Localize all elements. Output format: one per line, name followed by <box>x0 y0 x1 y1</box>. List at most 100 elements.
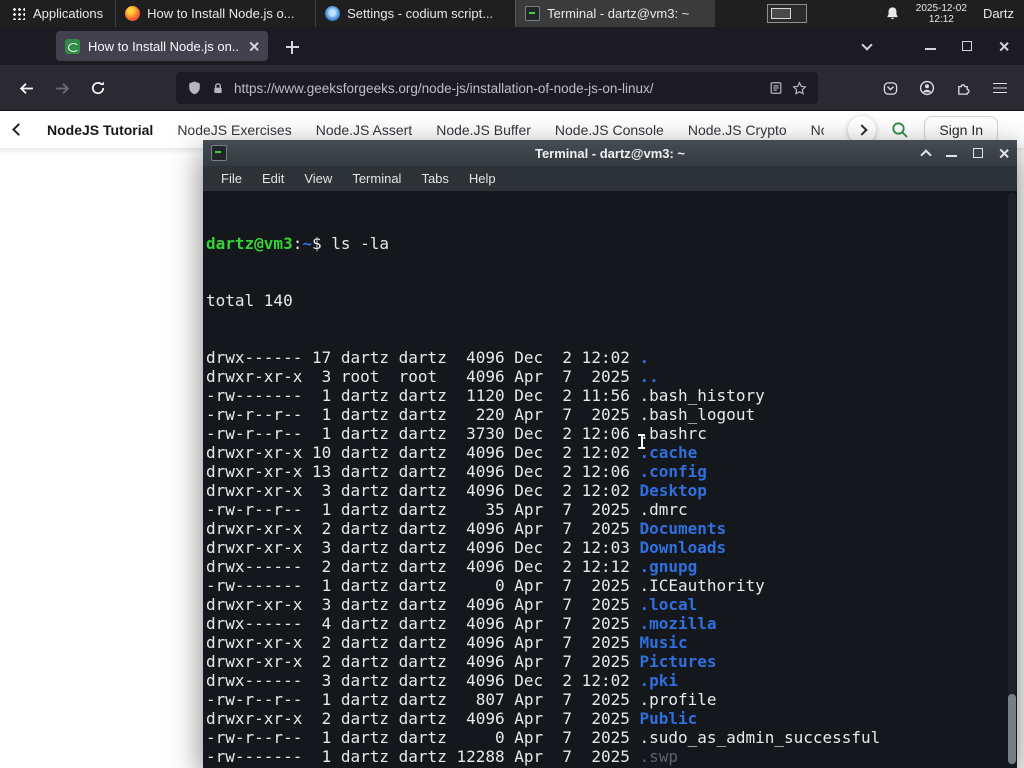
site-nav-link-primary[interactable]: NodeJS Tutorial <box>47 122 153 138</box>
prompt-command: ls -la <box>331 234 390 253</box>
file-meta: drwxr-xr-x 2 dartz dartz 4096 Apr 7 2025 <box>206 709 640 728</box>
file-name: .bash_history <box>639 386 765 405</box>
file-meta: -rw-r--r-- 1 dartz dartz 3730 Dec 2 12:0… <box>206 424 640 443</box>
file-name: .sudo_as_admin_successful <box>639 728 881 747</box>
terminal-title: Terminal - dartz@vm3: ~ <box>534 145 686 161</box>
site-nav-link[interactable]: Node.JS DNS <box>811 122 825 138</box>
new-tab-button[interactable] <box>280 35 304 59</box>
taskbar-item-terminal[interactable]: Terminal - dartz@vm3: ~ <box>515 0 716 27</box>
pocket-button[interactable] <box>874 72 906 104</box>
chevron-up-icon <box>919 149 932 161</box>
tracking-shield-icon[interactable] <box>187 80 202 96</box>
terminal-line: -rw-r--r-- 1 dartz dartz 35 Apr 7 2025 .… <box>206 500 1017 519</box>
terminal-line: -rw-r--r-- 1 dartz dartz 0 Apr 7 2025 .s… <box>206 728 1017 747</box>
terminal-line: -rw-r--r-- 1 dartz dartz 3730 Dec 2 12:0… <box>206 424 1017 443</box>
site-nav-link[interactable]: NodeJS Exercises <box>177 122 291 138</box>
menu-item-file[interactable]: File <box>211 171 252 186</box>
file-name: . <box>639 348 650 367</box>
menu-item-terminal[interactable]: Terminal <box>342 171 411 186</box>
forward-button[interactable] <box>46 72 78 104</box>
window-close-button[interactable] <box>996 38 1012 54</box>
prompt-dollar: $ <box>311 234 332 253</box>
file-meta: -rw------- 1 dartz dartz 12288 Apr 7 202… <box>206 747 640 766</box>
back-button[interactable] <box>10 72 42 104</box>
menu-item-edit[interactable]: Edit <box>252 171 294 186</box>
window-maximize-button[interactable] <box>959 38 975 54</box>
terminal-line: drwxr-xr-x 3 dartz dartz 4096 Dec 2 12:0… <box>206 481 1017 500</box>
applications-menu[interactable]: Applications <box>0 0 115 27</box>
file-name: .bashrc <box>639 424 707 443</box>
terminal-line: -rw-r--r-- 1 dartz dartz 807 Apr 7 2025 … <box>206 690 1017 709</box>
browser-tab[interactable]: How to Install Node.js on... <box>56 31 268 61</box>
terminal-line: drwxr-xr-x 2 dartz dartz 4096 Apr 7 2025… <box>206 519 1017 538</box>
reader-mode-button[interactable] <box>769 81 783 95</box>
reload-button[interactable] <box>82 72 114 104</box>
terminal-line: drwx------ 17 dartz dartz 4096 Dec 2 12:… <box>206 348 1017 367</box>
account-button[interactable] <box>911 72 943 104</box>
tab-bar: How to Install Node.js on... <box>0 27 1024 65</box>
file-meta: drwxr-xr-x 3 root root 4096 Apr 7 2025 <box>206 367 640 386</box>
star-icon <box>792 80 807 95</box>
terminal-body[interactable]: dartz@vm3:~$ ls -la total 140 drwx------… <box>203 191 1017 768</box>
extensions-button[interactable] <box>947 72 979 104</box>
menu-item-tabs[interactable]: Tabs <box>411 171 458 186</box>
terminal-line: drwxr-xr-x 10 dartz dartz 4096 Dec 2 12:… <box>206 443 1017 462</box>
reload-icon <box>91 81 105 95</box>
terminal-titlebar[interactable]: Terminal - dartz@vm3: ~ <box>203 140 1017 166</box>
bookmark-star-button[interactable] <box>792 80 807 96</box>
terminal-maximize-button[interactable] <box>970 146 985 161</box>
terminal-line: drwx------ 3 dartz dartz 4096 Dec 2 12:0… <box>206 671 1017 690</box>
search-button[interactable] <box>891 121 909 139</box>
terminal-menubar: File Edit View Terminal Tabs Help <box>203 166 1017 191</box>
menu-item-help[interactable]: Help <box>459 171 506 186</box>
close-icon <box>248 41 259 52</box>
maximize-icon <box>972 148 983 158</box>
notification-bell-icon[interactable] <box>885 6 900 21</box>
menu-item-view[interactable]: View <box>294 171 342 186</box>
file-meta: drwxr-xr-x 2 dartz dartz 4096 Apr 7 2025 <box>206 652 640 671</box>
ibeam-cursor <box>637 434 646 449</box>
terminal-close-button[interactable] <box>996 146 1011 161</box>
site-nav-link[interactable]: Node.JS Crypto <box>688 122 787 138</box>
prompt-user-host: dartz@vm3 <box>206 234 293 253</box>
file-meta: -rw-r--r-- 1 dartz dartz 220 Apr 7 2025 <box>206 405 640 424</box>
clock[interactable]: 2025-12-02 12:12 <box>916 3 967 25</box>
site-nav-link[interactable]: Node.JS Console <box>555 122 664 138</box>
terminal-line: drwxr-xr-x 2 dartz dartz 4096 Apr 7 2025… <box>206 709 1017 728</box>
tab-close-button[interactable] <box>248 41 259 52</box>
file-meta: -rw------- 1 dartz dartz 0 Apr 7 2025 <box>206 576 640 595</box>
applications-label: Applications <box>33 6 104 21</box>
nav-scroll-left-button[interactable] <box>12 123 25 136</box>
terminal-minimize-button[interactable] <box>944 146 959 161</box>
file-name: .swp <box>639 747 679 766</box>
file-meta: -rw-r--r-- 1 dartz dartz 0 Apr 7 2025 <box>206 728 640 747</box>
url-text[interactable]: https://www.geeksforgeeks.org/node-js/in… <box>234 81 760 96</box>
file-meta: drwxr-xr-x 2 dartz dartz 4096 Apr 7 2025 <box>206 519 640 538</box>
search-icon <box>892 121 909 138</box>
window-minimize-button[interactable] <box>922 38 938 54</box>
site-nav-link[interactable]: Node.JS Assert <box>316 122 413 138</box>
chevron-left-icon <box>12 123 25 136</box>
chevron-right-icon <box>856 123 869 136</box>
maximize-icon <box>962 41 972 51</box>
lock-icon[interactable] <box>211 81 225 96</box>
menu-button[interactable] <box>984 72 1016 104</box>
terminal-window: Terminal - dartz@vm3: ~ File Edit View T… <box>203 140 1017 768</box>
shade-button[interactable] <box>918 146 933 161</box>
terminal-line: drwxr-xr-x 2 dartz dartz 4096 Apr 7 2025… <box>206 633 1017 652</box>
url-bar[interactable]: https://www.geeksforgeeks.org/node-js/in… <box>176 72 818 104</box>
top-panel: Applications How to Install Node.js o...… <box>0 0 1024 27</box>
site-nav-link[interactable]: Node.JS Buffer <box>436 122 531 138</box>
workspace-switcher[interactable] <box>767 4 808 23</box>
terminal-scrollbar-track[interactable] <box>1008 193 1016 766</box>
file-name: Pictures <box>639 652 717 671</box>
terminal-scrollbar-thumb[interactable] <box>1008 694 1016 764</box>
file-meta: drwxr-xr-x 3 dartz dartz 4096 Dec 2 12:0… <box>206 538 640 557</box>
file-meta: -rw-r--r-- 1 dartz dartz 35 Apr 7 2025 <box>206 500 640 519</box>
terminal-line: -rw------- 1 dartz dartz 12288 Apr 7 202… <box>206 747 1017 766</box>
taskbar-item-settings[interactable]: Settings - codium script... <box>315 0 515 27</box>
taskbar-item-firefox[interactable]: How to Install Node.js o... <box>115 0 315 27</box>
close-icon <box>999 41 1010 52</box>
file-meta: drwxr-xr-x 3 dartz dartz 4096 Apr 7 2025 <box>206 595 640 614</box>
list-all-tabs-button[interactable] <box>856 36 878 58</box>
